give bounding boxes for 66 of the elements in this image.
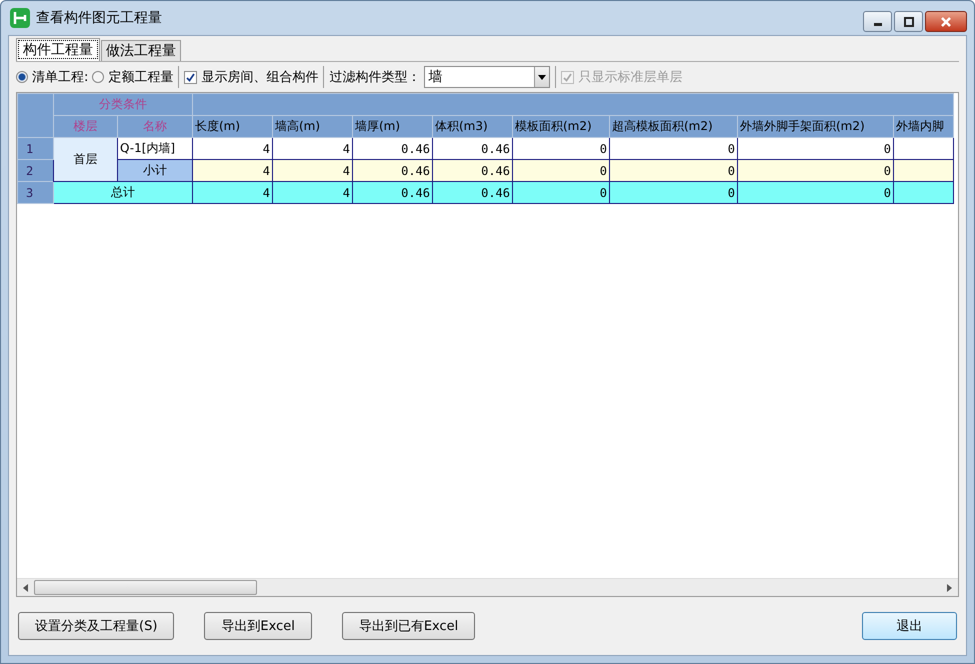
column-header: 墙厚(m) (352, 116, 432, 138)
column-header: 外墙外脚手架面积(m2) (738, 116, 894, 138)
window-title: 查看构件图元工程量 (36, 9, 162, 27)
table-cell: 0 (738, 182, 894, 204)
checkbox[interactable] (184, 70, 198, 84)
table-cell: 0 (610, 182, 738, 204)
table-cell: 首层 (54, 138, 118, 182)
column-header: 外墙内脚 (894, 116, 954, 138)
scroll-right-icon[interactable] (947, 584, 952, 592)
table-cell: 总计 (54, 182, 192, 204)
row-number: 2 (18, 160, 54, 182)
column-header: 超高模板面积(m2) (610, 116, 738, 138)
column-header: 楼层 (54, 116, 118, 138)
table-cell: 4 (192, 138, 272, 160)
checkbox-label: 显示房间、组合构件 (201, 69, 318, 86)
action-button[interactable]: 导出到Excel (204, 612, 312, 640)
minimize-icon (874, 23, 882, 26)
table-cell: 4 (192, 160, 272, 182)
table-cell: 0 (512, 182, 610, 204)
close-icon (940, 16, 952, 28)
close-button[interactable] (925, 11, 967, 32)
maximize-button[interactable] (894, 11, 923, 32)
exit-button[interactable]: 退出 (862, 612, 957, 640)
table-cell: 0 (738, 160, 894, 182)
checkbox-label: 只显示标准层单层 (578, 69, 682, 86)
table-cell: 0.46 (352, 182, 432, 204)
radio-label: 定额工程量 (108, 69, 174, 86)
row-number: 3 (18, 182, 54, 204)
action-button[interactable]: 设置分类及工程量(S) (18, 612, 174, 640)
table-cell: 0 (610, 160, 738, 182)
radio-button[interactable] (92, 71, 104, 83)
column-header: 墙高(m) (272, 116, 352, 138)
table-cell: 4 (272, 160, 352, 182)
scrollbar-thumb[interactable] (34, 580, 257, 595)
table-cell: 0.46 (432, 160, 512, 182)
app-icon (10, 8, 30, 28)
column-header: 长度(m) (192, 116, 272, 138)
table-cell: 0 (512, 138, 610, 160)
table-cell: 0 (512, 160, 610, 182)
column-header: 模板面积(m2) (512, 116, 610, 138)
horizontal-scrollbar[interactable] (17, 578, 958, 596)
maximize-icon (904, 16, 914, 26)
radio-button[interactable] (16, 71, 28, 83)
radio-label: 清单工程: (32, 69, 88, 86)
table-cell: 4 (272, 138, 352, 160)
row-number: 1 (18, 138, 54, 160)
caret-icon (538, 74, 546, 80)
table-cell: 0.46 (432, 182, 512, 204)
table-cell: 0 (610, 138, 738, 160)
table-cell: 4 (272, 182, 352, 204)
table-cell: 0 (738, 138, 894, 160)
table-cell: 4 (192, 182, 272, 204)
table-cell: 小计 (118, 160, 192, 182)
tab[interactable]: 做法工程量 (101, 40, 181, 61)
column-header: 名称 (118, 116, 192, 138)
tab[interactable]: 构件工程量 (16, 38, 100, 61)
column-header: 体积(m3) (432, 116, 512, 138)
type-dropdown[interactable]: 墙 (424, 66, 550, 88)
minimize-button[interactable] (863, 11, 892, 32)
scroll-left-icon[interactable] (23, 584, 28, 592)
table-cell: 0.46 (432, 138, 512, 160)
table-cell: 0.46 (352, 160, 432, 182)
filter-label: 过滤构件类型： (329, 69, 420, 86)
action-button[interactable]: 导出到已有Excel (342, 612, 476, 640)
table-cell: 0.46 (352, 138, 432, 160)
header-cell: 分类条件 (54, 94, 192, 116)
